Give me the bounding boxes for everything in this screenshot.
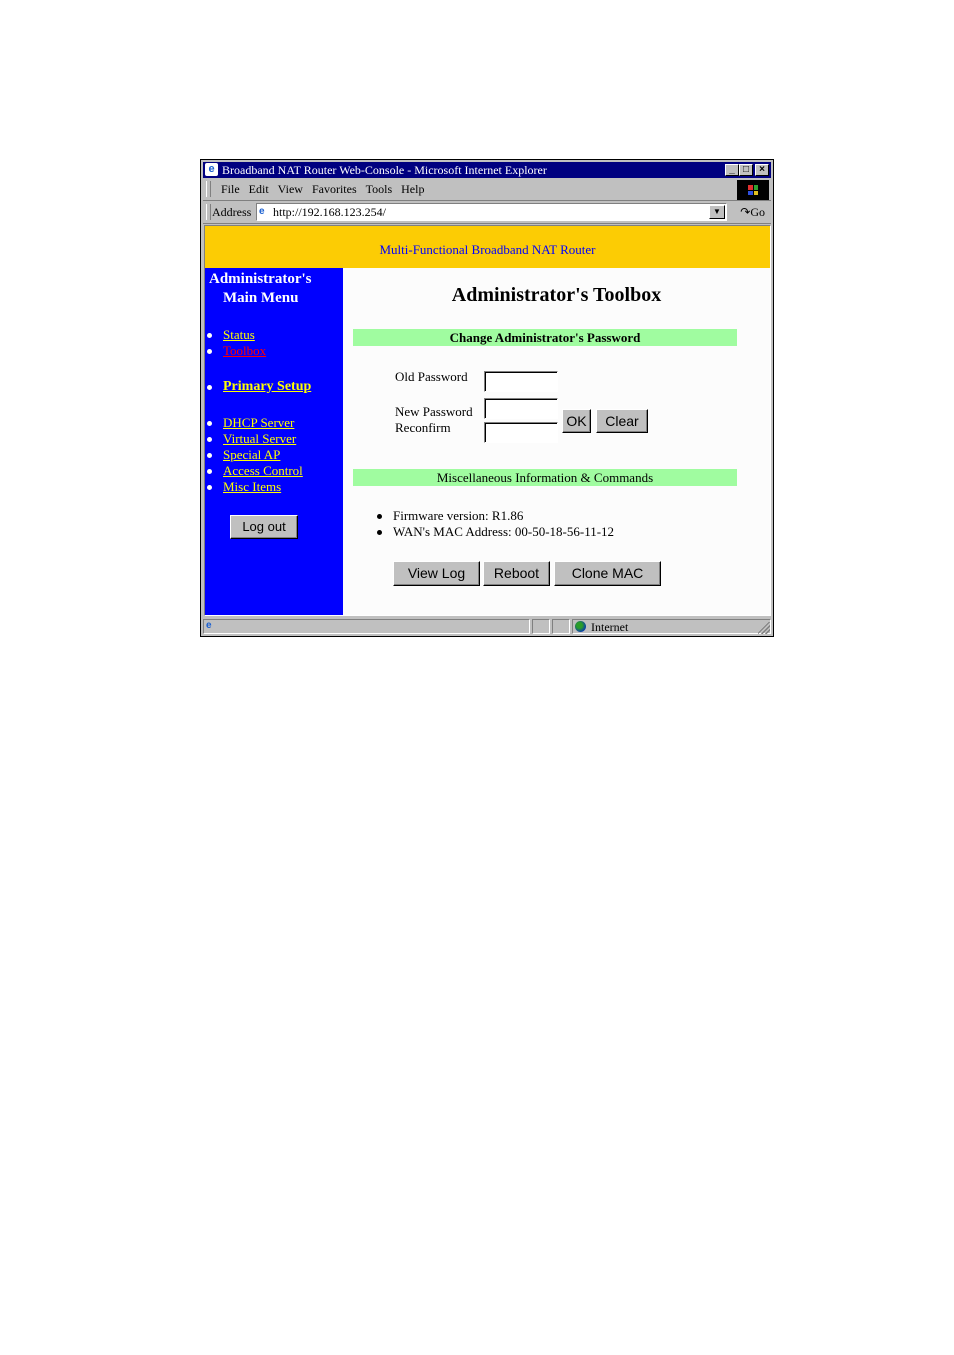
bullet-icon xyxy=(207,385,212,390)
bullet-icon xyxy=(207,453,212,458)
status-cell-secure xyxy=(552,619,570,634)
bullet-icon xyxy=(207,485,212,490)
wan-mac-address: WAN's MAC Address: 00-50-18-56-11-12 xyxy=(393,524,615,539)
address-dropdown-button[interactable]: ▼ xyxy=(709,205,725,219)
firmware-version-item: Firmware version: R1.86 xyxy=(373,508,614,524)
wan-mac-item: WAN's MAC Address: 00-50-18-56-11-12 xyxy=(373,524,614,540)
page-status-icon: e xyxy=(206,620,212,631)
close-button[interactable]: × xyxy=(755,164,769,176)
bullet-icon xyxy=(207,421,212,426)
sidebar-link-misc-items[interactable]: Misc Items xyxy=(223,479,281,495)
window-controls: _ □ × xyxy=(725,164,769,176)
address-label: Address xyxy=(212,205,252,219)
globe-icon xyxy=(575,621,586,632)
old-password-label: Old Password xyxy=(395,369,468,384)
toolbar-grip[interactable] xyxy=(206,204,211,220)
sidebar-link-special-ap[interactable]: Special AP xyxy=(223,447,280,463)
sidebar: Administrator's Main Menu Status Toolbox… xyxy=(205,268,343,615)
reconfirm-label: Reconfirm xyxy=(395,420,451,435)
go-button[interactable]: ↷Go xyxy=(740,205,765,220)
bullet-icon xyxy=(207,469,212,474)
sidebar-link-primary-setup[interactable]: Primary Setup xyxy=(223,379,311,395)
bullet-icon xyxy=(377,530,382,535)
ie-icon: e xyxy=(205,163,218,176)
clone-mac-button[interactable]: Clone MAC xyxy=(554,561,661,586)
sidebar-link-dhcp-server[interactable]: DHCP Server xyxy=(223,415,294,431)
status-bar: e Internet xyxy=(203,618,771,635)
resize-grip[interactable] xyxy=(758,622,770,634)
maximize-button[interactable]: □ xyxy=(739,164,753,176)
status-text-cell: e xyxy=(203,619,530,634)
password-section-header: Change Administrator's Password xyxy=(353,329,737,346)
view-log-button[interactable]: View Log xyxy=(393,561,480,586)
menu-view[interactable]: View xyxy=(276,182,310,197)
banner: Multi-Functional Broadband NAT Router xyxy=(205,226,770,268)
zone-text: Internet xyxy=(591,620,629,634)
page-viewport: Multi-Functional Broadband NAT Router Ad… xyxy=(204,225,771,616)
menu-tools[interactable]: Tools xyxy=(364,182,400,197)
logout-button[interactable]: Log out xyxy=(230,515,298,539)
menu-help[interactable]: Help xyxy=(399,182,431,197)
windows-logo-icon xyxy=(737,180,769,200)
status-cell-progress xyxy=(532,619,550,634)
info-list: Firmware version: R1.86 WAN's MAC Addres… xyxy=(373,508,614,540)
menu-bar: File Edit View Favorites Tools Help xyxy=(203,179,771,201)
misc-section-header: Miscellaneous Information & Commands xyxy=(353,469,737,486)
sidebar-link-access-control[interactable]: Access Control xyxy=(223,463,303,479)
sidebar-title: Administrator's Main Menu xyxy=(209,270,339,308)
sidebar-link-status[interactable]: Status xyxy=(223,327,255,343)
firmware-version: Firmware version: R1.86 xyxy=(393,508,524,523)
page-icon: e xyxy=(259,206,265,217)
sidebar-link-virtual-server[interactable]: Virtual Server xyxy=(223,431,296,447)
window-title: Broadband NAT Router Web-Console - Micro… xyxy=(222,163,547,177)
new-password-label: New Password xyxy=(395,404,473,419)
address-url[interactable]: http://192.168.123.254/ xyxy=(273,205,386,220)
menu-favorites[interactable]: Favorites xyxy=(310,182,364,197)
banner-text: Multi-Functional Broadband NAT Router xyxy=(379,242,596,257)
reconfirm-password-field[interactable] xyxy=(484,422,558,443)
address-input[interactable]: e http://192.168.123.254/ ▼ xyxy=(256,203,727,221)
reboot-button[interactable]: Reboot xyxy=(483,561,550,586)
browser-window: e Broadband NAT Router Web-Console - Mic… xyxy=(200,159,774,637)
clear-button[interactable]: Clear xyxy=(596,409,648,433)
address-bar: Address e http://192.168.123.254/ ▼ ↷Go xyxy=(203,201,771,224)
menu-file[interactable]: File xyxy=(219,182,247,197)
new-password-field[interactable] xyxy=(484,398,558,419)
zone-cell: Internet xyxy=(572,619,771,634)
sidebar-title-line1: Administrator's xyxy=(209,271,312,287)
bullet-icon xyxy=(207,349,212,354)
minimize-button[interactable]: _ xyxy=(725,164,739,176)
bullet-icon xyxy=(207,333,212,338)
bullet-icon xyxy=(377,514,382,519)
toolbar-grip[interactable] xyxy=(206,181,211,197)
old-password-field[interactable] xyxy=(484,371,558,392)
title-bar: e Broadband NAT Router Web-Console - Mic… xyxy=(203,162,771,178)
main-content: Administrator's Toolbox Change Administr… xyxy=(343,268,770,615)
page-title: Administrator's Toolbox xyxy=(451,284,662,306)
ok-button[interactable]: OK xyxy=(562,409,591,433)
menu-edit[interactable]: Edit xyxy=(247,182,276,197)
sidebar-title-line2: Main Menu xyxy=(223,290,299,306)
sidebar-link-toolbox[interactable]: Toolbox xyxy=(223,343,266,359)
bullet-icon xyxy=(207,437,212,442)
